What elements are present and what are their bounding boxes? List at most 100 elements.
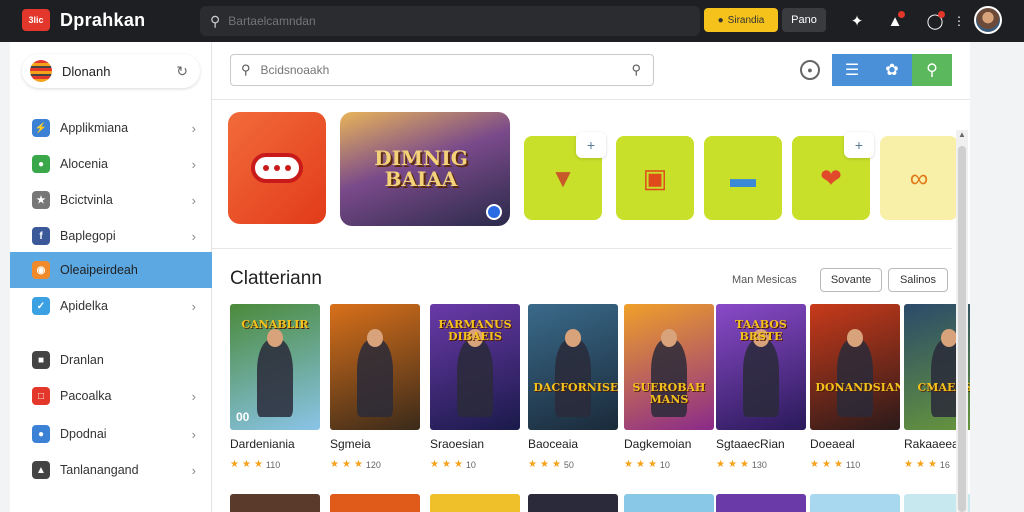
card-badge: 00 [236,410,250,424]
bell-icon[interactable]: ▲ [884,10,906,32]
game-card[interactable]: CANABLIR 00 Dardeniania ★ ★ ★ 110 [230,304,320,470]
game-cover-art[interactable]: SUEROBAH MANS [624,304,714,430]
top-search-input[interactable] [228,14,629,28]
chevron-right-icon: › [191,388,196,404]
game-card[interactable]: DACFORNISE Baoceaia ★ ★ ★ 50 [528,304,618,470]
star-icon: ★ [810,459,819,470]
rating-count: 10 [659,459,670,470]
avatar[interactable] [974,6,1002,34]
featured-tile[interactable]: ▼ + [524,132,606,220]
sidebar-item-label: Baplegopi [60,229,116,243]
top-bar: 3lic Dprahkan ⚲ ● Sirandia Pano ✦ ▲ ◯ ⋮ [0,0,1024,42]
game-cover-art[interactable]: FARMANUS DIBAEIS [430,304,520,430]
character-figure [837,339,873,418]
game-cover-art[interactable] [330,304,420,430]
featured-tile[interactable]: ∞ [880,136,958,220]
sidebar-item-7[interactable]: □ Pacoalka › [10,378,212,414]
add-icon[interactable]: + [844,132,874,158]
notification-icon[interactable]: ◯ [924,10,946,32]
game-card-next-row[interactable] [528,494,618,512]
sidebar: Dlonanh ↻ ⚡ Applikmiana › ● Alocenia › ★ Bcictv… [10,42,212,512]
star-icon: ★ [739,459,749,470]
sidebar-item-6[interactable]: ■ Dranlan [10,342,212,378]
search-submit-icon[interactable]: ⚲ [631,62,641,78]
app-logo[interactable]: 3lic [22,9,50,31]
add-icon[interactable]: + [576,132,606,158]
game-card[interactable]: FARMANUS DIBAEIS Sraoesian ★ ★ ★ 10 [430,304,520,470]
game-card-next-row[interactable] [624,494,714,512]
search-icon: ⚲ [210,12,221,29]
shield-icon: ▼ [550,162,576,193]
game-title[interactable]: SgtaaecRian [716,437,806,451]
folder-icon: ▣ [642,162,668,193]
game-title[interactable]: Dardeniania [230,437,320,451]
featured-app-tile[interactable] [228,112,326,224]
game-card-next-row[interactable] [330,494,420,512]
right-gutter [970,42,1024,512]
sidebar-item-8[interactable]: ● Dpodnai › [10,416,212,452]
game-title[interactable]: Sraoesian [430,437,520,451]
game-cover-art[interactable]: CANABLIR 00 [230,304,320,430]
featured-tile[interactable]: ▬ [704,136,782,220]
chevron-right-icon: › [191,120,196,136]
refresh-icon[interactable]: ↻ [176,63,188,80]
brand-icon [30,60,52,82]
puzzle-icon[interactable]: ✦ [846,10,868,32]
top-search-bar[interactable]: ⚲ [200,6,700,36]
history-icon[interactable]: ● [800,60,820,80]
featured-tile[interactable]: ❤ + [792,132,874,220]
game-rating: ★ ★ ★ 50 [528,459,618,470]
game-card-next-row[interactable] [716,494,806,512]
section-title: Clatteriann [230,268,322,289]
game-card[interactable]: DONANDSIAN Doeaeal ★ ★ ★ 110 [810,304,900,470]
sidebar-item-4[interactable]: ◉ Oleaipeirdeah [10,252,212,288]
yellow-action-button[interactable]: ● Sirandia [704,8,778,32]
facebook-icon: f [32,227,50,245]
game-cover-art[interactable]: TAABOS BRSTE [716,304,806,430]
game-title[interactable]: Baoceaia [528,437,618,451]
filter-button-1[interactable]: Sovante [820,268,882,292]
sidebar-item-1[interactable]: ● Alocenia › [10,146,212,182]
star-icon: ★ [341,459,351,470]
scroll-thumb[interactable] [958,146,966,512]
star-icon: ★ [230,459,239,470]
more-icon[interactable]: ⋮ [948,10,970,32]
game-card-next-row[interactable] [430,494,520,512]
game-card[interactable]: TAABOS BRSTE SgtaaecRian ★ ★ ★ 130 [716,304,806,470]
rating-count: 10 [465,459,476,470]
game-logo-text: TAABOS BRSTE [735,318,787,343]
sidebar-item-5[interactable]: ✓ Apidelka › [10,288,212,324]
game-cover-art[interactable]: DACFORNISE [528,304,618,430]
game-card-next-row[interactable] [230,494,320,512]
game-card-next-row[interactable] [810,494,900,512]
dark-action-button[interactable]: Pano [782,8,826,32]
sidebar-item-9[interactable]: ▲ Tanlanangand › [10,452,212,488]
game-title[interactable]: Dagkemoian [624,437,714,451]
featured-banner[interactable]: DIMNIG BAIAA [340,112,510,226]
yellow-action-label: Sirandia [727,14,765,26]
game-cover-art[interactable]: DONANDSIAN [810,304,900,430]
main-search-bar[interactable]: ⚲ ⚲ [230,54,654,86]
sidebar-item-3[interactable]: f Baplegopi › [10,218,212,254]
rating-count: 50 [563,459,574,470]
star-icon: ★ [441,459,451,470]
main-search-input[interactable] [260,63,601,77]
game-title[interactable]: Sgmeia [330,437,420,451]
game-card[interactable]: SUEROBAH MANS Dagkemoian ★ ★ ★ 10 [624,304,714,470]
featured-tile[interactable]: ▣ [616,136,694,220]
sidebar-item-label: Applikmiana [60,121,129,135]
game-card[interactable]: Sgmeia ★ ★ ★ 120 [330,304,420,470]
list-icon[interactable]: ☰ [832,54,872,86]
filter-button-2[interactable]: Salinos [888,268,948,292]
sidebar-item-0[interactable]: ⚡ Applikmiana › [10,110,212,146]
grid-icon[interactable]: ✿ [872,54,912,86]
rating-count: 110 [265,459,281,470]
game-title[interactable]: Doeaeal [810,437,900,451]
search-icon[interactable]: ⚲ [912,54,952,86]
scrollbar[interactable]: ▲ [956,130,968,512]
sidebar-item-2[interactable]: ★ Bcictvinla › [10,182,212,218]
scroll-up-icon[interactable]: ▲ [958,130,966,139]
rating-count: 110 [845,459,861,470]
star-icon: ★ [528,459,537,470]
sidebar-header[interactable]: Dlonanh ↻ [22,54,200,88]
